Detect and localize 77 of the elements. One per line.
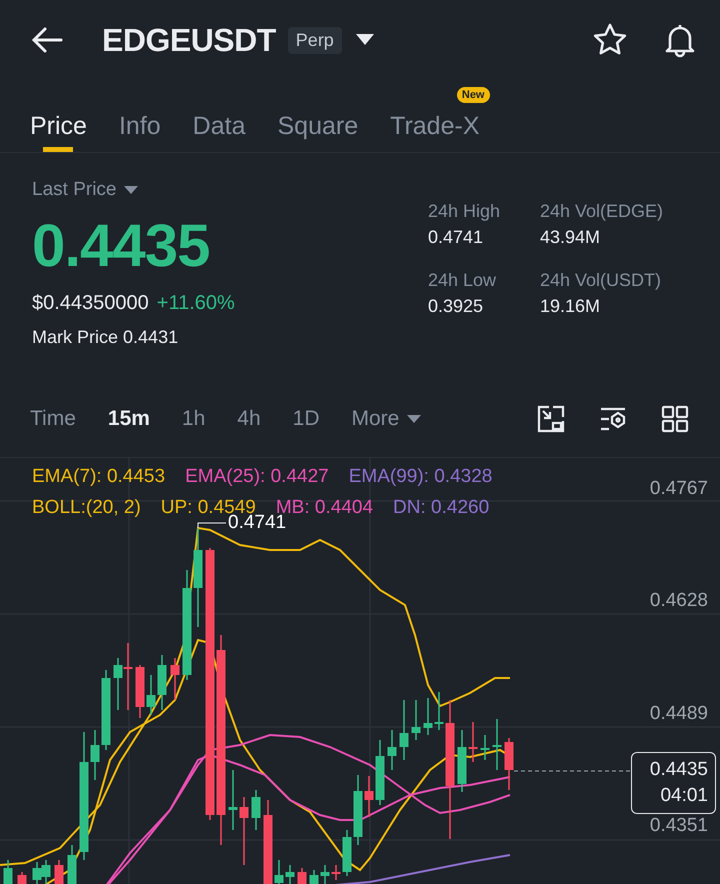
indicator-value: EMA(25): 0.4427	[185, 466, 329, 488]
candlestick	[252, 790, 260, 830]
grid-layout-icon[interactable]	[660, 404, 690, 434]
mark-price: Mark Price 0.4431	[32, 327, 180, 348]
more-dropdown[interactable]: More	[352, 407, 422, 431]
indicator-value: EMA(99): 0.4328	[348, 466, 492, 488]
candlestick	[114, 658, 122, 710]
caret-icon[interactable]	[356, 34, 374, 46]
stat-value: 0.4741	[428, 227, 484, 248]
candlestick	[18, 872, 26, 884]
expand-chart-icon[interactable]	[536, 404, 566, 434]
candlestick	[354, 775, 362, 845]
candlestick	[434, 692, 444, 730]
symbol-title: EDGEUSDT	[102, 22, 276, 58]
interval-tab[interactable]: 1h	[182, 407, 206, 431]
candlestick	[286, 865, 294, 884]
candlestick	[310, 870, 318, 884]
price-change: +11.60%	[156, 292, 235, 315]
stat-label: 24h Low	[428, 270, 498, 291]
last-price: 0.4435	[32, 211, 211, 280]
candlestick	[458, 730, 466, 792]
tab[interactable]: Data	[192, 80, 246, 152]
stat-value: 0.3925	[428, 296, 484, 317]
tab[interactable]: Info	[118, 80, 161, 152]
candlestick	[468, 722, 478, 762]
indicator-value: EMA(7): 0.4453	[32, 466, 166, 488]
interval-tab[interactable]: 15m	[108, 407, 150, 431]
candlestick	[42, 860, 50, 884]
candlestick	[376, 740, 384, 805]
candlestick	[32, 862, 42, 884]
candlestick	[342, 830, 352, 876]
candlestick	[54, 860, 64, 884]
candlestick	[492, 719, 502, 770]
interval-tab[interactable]: 4h	[237, 407, 261, 431]
price-axis-label: 0.4767	[650, 478, 708, 500]
stat-value: 19.16M	[540, 296, 602, 317]
candlestick	[90, 730, 100, 780]
price-axis-label: 0.4351	[650, 815, 708, 837]
candlestick	[298, 868, 306, 884]
stat-label: 24h Vol(USDT)	[540, 270, 662, 291]
stat-label: 24h High	[428, 201, 502, 222]
caret-icon	[407, 414, 422, 424]
candlestick	[400, 700, 408, 760]
candlestick	[332, 865, 340, 880]
current-price-tag: 0.4435 04:01	[631, 752, 716, 814]
stat-value: 43.94M	[540, 227, 602, 248]
candlestick	[228, 770, 238, 830]
indicator-value: BOLL:(20, 2)	[32, 497, 141, 519]
high-marker-line	[198, 522, 226, 528]
tab[interactable]: Square	[277, 80, 358, 152]
candlestick	[240, 797, 248, 865]
stat-label: 24h Vol(EDGE)	[540, 201, 664, 222]
usd-price: $0.44350000	[32, 292, 149, 315]
candlestick	[146, 675, 156, 715]
price-axis-label: 0.4628	[650, 590, 708, 612]
interval-tab[interactable]: Time	[30, 407, 76, 431]
candlestick	[136, 665, 144, 718]
interval-tab[interactable]: 1D	[292, 407, 320, 431]
candlestick	[480, 735, 490, 760]
candlestick	[388, 730, 396, 770]
candlestick	[364, 776, 374, 817]
candlestick	[274, 860, 284, 884]
new-badge: New	[456, 87, 490, 103]
candlestick	[412, 700, 420, 740]
price-axis-label: 0.4489	[650, 703, 708, 725]
candlestick	[158, 655, 166, 710]
candlestick	[170, 658, 180, 700]
candlestick	[4, 860, 12, 884]
tab[interactable]: Price	[30, 80, 87, 152]
last-price-label[interactable]: Last Price	[32, 179, 116, 201]
indicator-value: DN: 0.4260	[393, 497, 490, 519]
candlestick	[124, 643, 132, 710]
candlestick	[424, 698, 432, 735]
candlestick	[504, 738, 514, 790]
candlestick	[320, 865, 330, 884]
candlestick	[68, 845, 76, 884]
contract-tag: Perp	[288, 26, 342, 54]
